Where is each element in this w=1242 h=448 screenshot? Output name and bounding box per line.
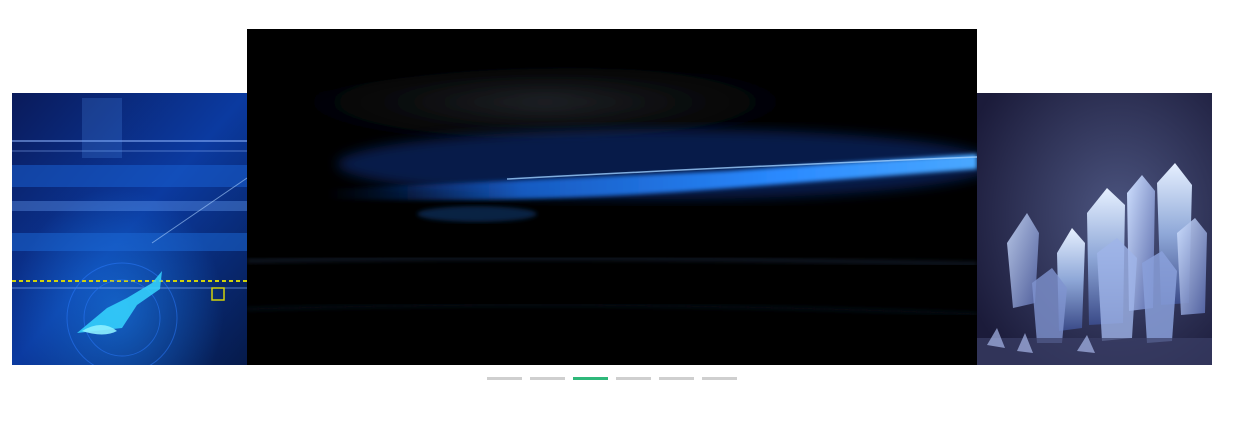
blue-light-streak-image — [247, 29, 977, 365]
pagination-dot-2[interactable] — [530, 377, 565, 380]
image-carousel — [0, 0, 1242, 448]
tech-circuit-image — [12, 93, 247, 365]
pagination-dot-1[interactable] — [487, 377, 522, 380]
blue-crystals-image — [977, 93, 1212, 365]
pagination-dot-5[interactable] — [659, 377, 694, 380]
carousel-slide-active[interactable] — [247, 29, 977, 365]
carousel-pagination — [487, 377, 737, 380]
carousel-slide-prev[interactable] — [12, 93, 247, 365]
pagination-dot-4[interactable] — [616, 377, 651, 380]
carousel-slide-next[interactable] — [977, 93, 1212, 365]
pagination-dot-3-active[interactable] — [573, 377, 608, 380]
pagination-dot-6[interactable] — [702, 377, 737, 380]
